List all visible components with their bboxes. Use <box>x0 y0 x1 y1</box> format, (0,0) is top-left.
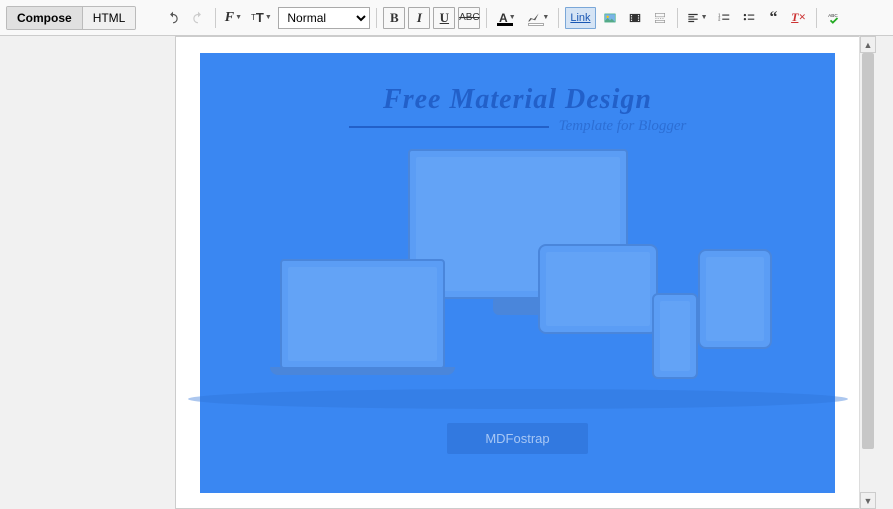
underline-button[interactable]: U <box>433 7 455 29</box>
undo-icon <box>166 11 180 25</box>
scroll-thumb[interactable] <box>862 53 874 449</box>
tablet-portrait-mockup <box>698 249 772 349</box>
link-button[interactable]: Link <box>565 7 595 29</box>
separator <box>816 8 817 28</box>
bullet-list-icon <box>742 11 756 25</box>
numbered-list-button[interactable]: 12 <box>713 7 735 29</box>
numbered-list-icon: 12 <box>717 11 731 25</box>
image-title: Free Material Design <box>383 84 652 116</box>
separator <box>486 8 487 28</box>
redo-button[interactable] <box>187 7 209 29</box>
spellcheck-icon: ABC <box>827 11 841 25</box>
alignment-button[interactable]: ▼ <box>684 7 710 29</box>
image-icon <box>603 11 617 25</box>
bold-button[interactable]: B <box>383 7 405 29</box>
font-size-button[interactable]: TT▼ <box>247 7 275 29</box>
remove-formatting-button[interactable]: T✕ <box>788 7 810 29</box>
redo-icon <box>191 11 205 25</box>
devices-mockup <box>268 149 768 399</box>
heading-select[interactable]: Normal <box>278 7 370 29</box>
separator <box>215 8 216 28</box>
editor-canvas[interactable]: Free Material Design Template for Blogge… <box>175 36 859 509</box>
strikethrough-button[interactable]: ABC <box>458 7 480 29</box>
vertical-scrollbar[interactable]: ▲ ▼ <box>859 36 876 509</box>
divider-line <box>349 126 549 128</box>
highlight-color-button[interactable]: ▼ <box>524 7 552 29</box>
svg-text:ABC: ABC <box>828 12 838 17</box>
mode-tabs: Compose HTML <box>6 6 136 30</box>
insert-image-button[interactable] <box>599 7 621 29</box>
separator <box>376 8 377 28</box>
right-gutter <box>876 36 893 509</box>
scroll-down-button[interactable]: ▼ <box>860 492 876 509</box>
html-tab[interactable]: HTML <box>82 7 136 29</box>
insert-video-button[interactable] <box>624 7 646 29</box>
undo-button[interactable] <box>162 7 184 29</box>
editor-toolbar: Compose HTML F▼ TT▼ Normal B I U ABC A ▼… <box>0 0 893 36</box>
separator <box>558 8 559 28</box>
separator <box>677 8 678 28</box>
shadow <box>188 389 848 409</box>
bullet-list-button[interactable] <box>738 7 760 29</box>
selected-image[interactable]: Free Material Design Template for Blogge… <box>200 53 835 493</box>
left-gutter <box>0 36 175 509</box>
compose-tab[interactable]: Compose <box>7 7 82 29</box>
image-button-label: MDFostrap <box>447 423 587 454</box>
italic-button[interactable]: I <box>408 7 430 29</box>
image-subtitle: Template for Blogger <box>559 118 687 135</box>
svg-text:2: 2 <box>718 16 721 21</box>
tablet-landscape-mockup <box>538 244 658 334</box>
font-icon: F <box>225 10 234 26</box>
font-family-button[interactable]: F▼ <box>222 7 244 29</box>
phone-mockup <box>652 293 698 379</box>
spellcheck-button[interactable]: ABC <box>823 7 845 29</box>
laptop-mockup <box>280 259 445 369</box>
blockquote-button[interactable]: “ <box>763 7 785 29</box>
align-icon <box>686 11 700 25</box>
text-color-button[interactable]: A ▼ <box>493 7 521 29</box>
quote-icon: “ <box>770 9 778 27</box>
scroll-up-button[interactable]: ▲ <box>860 36 876 53</box>
clear-format-icon: T <box>791 10 798 25</box>
video-icon <box>628 11 642 25</box>
jump-break-icon <box>653 11 667 25</box>
editor-area: Free Material Design Template for Blogge… <box>0 36 893 509</box>
insert-jump-break-button[interactable] <box>649 7 671 29</box>
image-subtitle-row: Template for Blogger <box>349 118 687 135</box>
